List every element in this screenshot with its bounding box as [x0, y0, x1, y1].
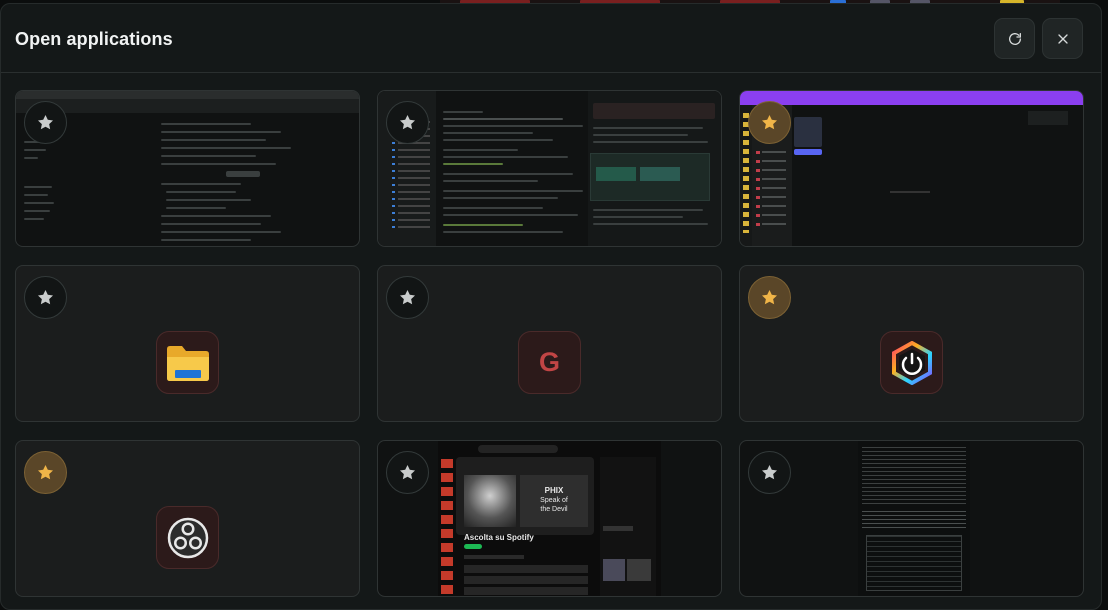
- star-icon: [761, 114, 778, 130]
- close-icon: [1057, 33, 1068, 44]
- album-title-line2: Speak of: [540, 497, 568, 504]
- star-icon: [399, 114, 416, 130]
- app-card-code-editor[interactable]: [377, 90, 722, 247]
- code-editor-screenshot: [378, 91, 721, 246]
- obs-icon: [156, 506, 219, 569]
- app-card-chat[interactable]: [739, 90, 1084, 247]
- power-hexagon-icon: [880, 331, 943, 394]
- favorite-star-button[interactable]: [24, 101, 67, 144]
- favorite-star-button[interactable]: [24, 276, 67, 319]
- favorite-star-button[interactable]: [748, 276, 791, 319]
- app-card-obs[interactable]: [15, 440, 360, 597]
- star-icon: [37, 289, 54, 305]
- favorite-star-button[interactable]: [386, 276, 429, 319]
- album-title-line1: PHIX: [544, 486, 564, 495]
- chat-screenshot: [740, 91, 1083, 246]
- app-card-g[interactable]: G: [377, 265, 722, 422]
- close-button[interactable]: [1042, 18, 1083, 59]
- favorite-star-button[interactable]: [386, 451, 429, 494]
- app-card-file-explorer[interactable]: [15, 265, 360, 422]
- album-title-line3: the Devil: [540, 506, 568, 513]
- spotify-screenshot: PHIX Speak of the Devil Ascolta su Spoti…: [378, 441, 721, 596]
- folder-icon: [156, 331, 219, 394]
- app-card-spotify[interactable]: PHIX Speak of the Devil Ascolta su Spoti…: [377, 440, 722, 597]
- terminal-screenshot: [740, 441, 1083, 596]
- app-card-browser[interactable]: [15, 90, 360, 247]
- app-card-power[interactable]: [739, 265, 1084, 422]
- star-icon: [37, 114, 54, 130]
- favorite-star-button[interactable]: [748, 101, 791, 144]
- g-icon-glyph: G: [538, 347, 560, 377]
- star-icon: [37, 464, 54, 480]
- open-applications-dialog: Open applications G PHIX Speak of the De…: [0, 3, 1102, 610]
- star-icon: [761, 464, 778, 480]
- g-icon: G: [518, 331, 581, 394]
- favorite-star-button[interactable]: [386, 101, 429, 144]
- refresh-icon: [1008, 32, 1021, 45]
- app-card-terminal[interactable]: [739, 440, 1084, 597]
- dialog-header: Open applications: [1, 4, 1101, 73]
- browser-screenshot: [16, 91, 359, 246]
- star-icon: [761, 289, 778, 305]
- refresh-button[interactable]: [994, 18, 1035, 59]
- star-icon: [399, 464, 416, 480]
- dialog-title: Open applications: [15, 29, 173, 49]
- star-icon: [399, 289, 416, 305]
- spotify-heading: Ascolta su Spotify: [464, 533, 534, 542]
- favorite-star-button[interactable]: [24, 451, 67, 494]
- favorite-star-button[interactable]: [748, 451, 791, 494]
